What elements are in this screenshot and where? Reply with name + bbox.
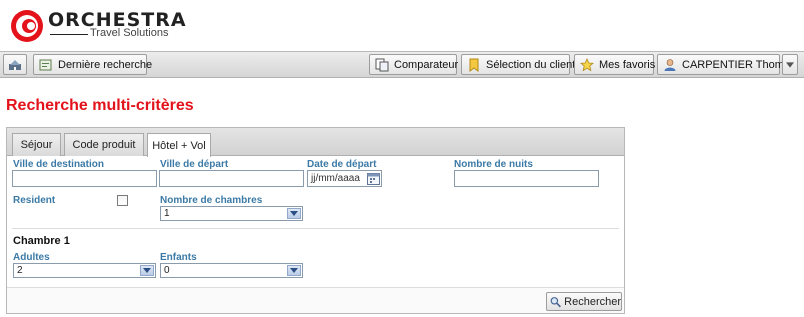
comparator-icon bbox=[375, 58, 389, 71]
chevron-down-icon bbox=[786, 61, 794, 68]
dropdown-arrow-icon bbox=[287, 208, 301, 219]
panel-footer bbox=[7, 287, 624, 313]
departure-city-label: Ville de départ bbox=[160, 159, 229, 170]
rooms-label: Nombre de chambres bbox=[160, 195, 263, 206]
departure-date-placeholder: jj/mm/aaaa bbox=[311, 173, 360, 184]
tab-label: Hôtel + Vol bbox=[152, 139, 206, 152]
resident-label: Resident bbox=[13, 195, 56, 206]
user-button[interactable]: CARPENTIER Thomas bbox=[657, 54, 796, 75]
children-select[interactable]: 0 bbox=[160, 263, 303, 278]
search-button[interactable]: Rechercher bbox=[546, 292, 622, 311]
rooms-value: 1 bbox=[164, 208, 170, 219]
last-search-label: Dernière recherche bbox=[58, 58, 153, 71]
client-selection-label: Sélection du client bbox=[486, 58, 576, 71]
tabs-bar: Séjour Code produit Hôtel + Vol bbox=[7, 128, 624, 157]
departure-city-input[interactable] bbox=[159, 170, 304, 187]
brand-divider bbox=[50, 34, 88, 35]
user-icon bbox=[664, 58, 676, 71]
section-divider bbox=[12, 228, 619, 229]
last-search-icon bbox=[39, 59, 52, 70]
comparator-button[interactable]: Comparateur bbox=[369, 54, 459, 75]
brand-tagline: Travel Solutions bbox=[90, 27, 169, 39]
dropdown-arrow-icon bbox=[140, 265, 154, 276]
room-1-title: Chambre 1 bbox=[13, 235, 70, 247]
home-icon bbox=[9, 59, 21, 70]
departure-date-label: Date de départ bbox=[307, 159, 377, 170]
orchestra-logo-icon bbox=[11, 10, 43, 42]
header: ORCHESTRA Travel Solutions bbox=[0, 0, 804, 50]
magnifier-icon bbox=[550, 296, 561, 307]
tab-label: Code produit bbox=[72, 139, 136, 151]
destination-input[interactable] bbox=[12, 170, 157, 187]
last-search-button[interactable]: Dernière recherche bbox=[33, 54, 152, 75]
tab-code-produit[interactable]: Code produit bbox=[64, 133, 144, 156]
tab-label: Séjour bbox=[20, 139, 53, 151]
resident-checkbox[interactable] bbox=[117, 195, 128, 206]
favorites-button[interactable]: Mes favoris bbox=[574, 54, 656, 75]
tab-sejour[interactable]: Séjour bbox=[12, 133, 61, 156]
search-panel: Séjour Code produit Hôtel + Vol Ville de… bbox=[6, 127, 625, 314]
client-selection-button[interactable]: Sélection du client bbox=[461, 54, 575, 75]
page-title: Recherche multi-critères bbox=[6, 97, 194, 114]
comparator-label: Comparateur bbox=[394, 58, 459, 71]
favorites-label: Mes favoris bbox=[599, 58, 656, 71]
user-label: CARPENTIER Thomas bbox=[682, 58, 796, 71]
adults-label: Adultes bbox=[13, 252, 50, 263]
nights-label: Nombre de nuits bbox=[454, 159, 533, 170]
children-value: 0 bbox=[164, 265, 170, 276]
calendar-icon[interactable] bbox=[367, 172, 380, 185]
star-icon bbox=[580, 57, 594, 71]
user-menu-toggle[interactable] bbox=[782, 54, 798, 75]
departure-date-input[interactable]: jj/mm/aaaa bbox=[307, 170, 382, 187]
toolbar: Dernière recherche Comparateur Sélection… bbox=[0, 51, 804, 78]
adults-select[interactable]: 2 bbox=[13, 263, 156, 278]
dropdown-arrow-icon bbox=[287, 265, 301, 276]
nights-input[interactable] bbox=[454, 170, 599, 187]
home-button[interactable] bbox=[3, 54, 27, 75]
children-label: Enfants bbox=[160, 252, 197, 263]
destination-label: Ville de destination bbox=[13, 159, 104, 170]
search-button-label: Rechercher bbox=[564, 295, 621, 308]
tab-hotel-vol[interactable]: Hôtel + Vol bbox=[147, 133, 211, 157]
rooms-select[interactable]: 1 bbox=[160, 206, 303, 221]
bookmark-icon bbox=[469, 58, 479, 72]
adults-value: 2 bbox=[17, 265, 23, 276]
